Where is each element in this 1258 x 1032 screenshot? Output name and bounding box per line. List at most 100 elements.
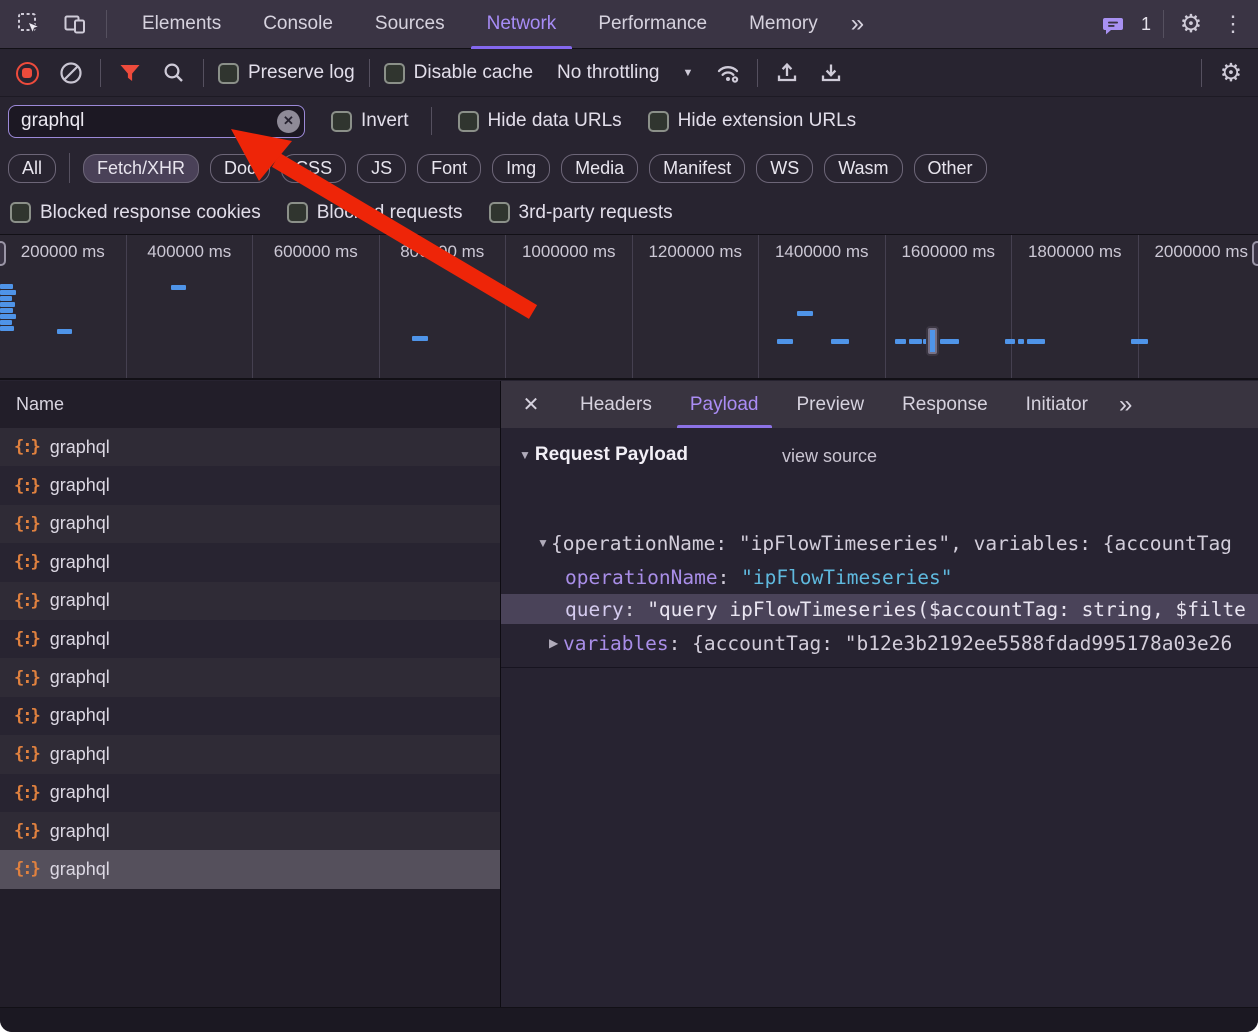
tab-network[interactable]: Network <box>466 0 578 49</box>
record-network-log-icon[interactable] <box>12 58 42 88</box>
import-har-icon[interactable] <box>772 58 802 88</box>
filter-input[interactable] <box>8 105 305 138</box>
blocked-requests-checkbox[interactable] <box>287 202 308 223</box>
chip-all[interactable]: All <box>8 154 56 183</box>
disable-cache-checkbox[interactable] <box>384 63 405 84</box>
close-details-icon[interactable]: ✕ <box>501 392 561 417</box>
waterfall-bar[interactable] <box>0 326 14 331</box>
tree-expanded-icon[interactable]: ▼ <box>537 536 551 550</box>
throttling-dropdown[interactable]: No throttling ▼ <box>557 62 693 84</box>
kebab-menu-icon[interactable]: ⋮ <box>1218 9 1248 39</box>
request-row[interactable]: {:}graphql <box>0 466 500 504</box>
hide-data-urls-checkbox[interactable] <box>458 111 479 132</box>
payload-preview-line[interactable]: ▼ {operationName: "ipFlowTimeseries", va… <box>501 528 1258 558</box>
toggle-device-toolbar-icon[interactable] <box>60 9 90 39</box>
waterfall-bar[interactable] <box>0 308 13 313</box>
json-file-icon: {:} <box>14 629 39 649</box>
more-detail-tabs-icon[interactable]: » <box>1107 391 1144 419</box>
chip-js[interactable]: JS <box>357 154 406 183</box>
waterfall-bar[interactable] <box>1005 339 1015 344</box>
payload-entry-operationName[interactable]: operationName: "ipFlowTimeseries" <box>501 562 1258 592</box>
divider <box>106 10 107 38</box>
waterfall-bar[interactable] <box>0 320 12 325</box>
waterfall-bar[interactable] <box>1027 339 1045 344</box>
hide-extension-urls-checkbox[interactable] <box>648 111 669 132</box>
request-row[interactable]: {:}graphql <box>0 735 500 773</box>
waterfall-bar[interactable] <box>57 329 72 334</box>
waterfall-bar[interactable] <box>0 302 15 307</box>
tab-payload[interactable]: Payload <box>671 381 778 428</box>
overview-grip-right[interactable] <box>1252 241 1258 266</box>
blocked-response-cookies-checkbox[interactable] <box>10 202 31 223</box>
tab-preview[interactable]: Preview <box>778 381 884 428</box>
inspect-element-icon[interactable] <box>14 9 44 39</box>
collapse-section-icon[interactable]: ▼ <box>519 448 531 462</box>
preserve-log-checkbox[interactable] <box>218 63 239 84</box>
waterfall-bar[interactable] <box>412 336 428 341</box>
chip-ws[interactable]: WS <box>756 154 813 183</box>
waterfall-bar[interactable] <box>895 339 906 344</box>
chip-other[interactable]: Other <box>914 154 987 183</box>
network-conditions-icon[interactable] <box>713 58 743 88</box>
network-toolbar: Preserve log Disable cache No throttling… <box>0 50 1258 97</box>
tab-performance[interactable]: Performance <box>577 0 728 49</box>
more-tabs-icon[interactable]: » <box>839 10 876 38</box>
chip-wasm[interactable]: Wasm <box>824 154 902 183</box>
filter-funnel-icon[interactable] <box>115 58 145 88</box>
chip-doc[interactable]: Doc <box>210 154 270 183</box>
payload-entry-query[interactable]: query: "query ipFlowTimeseries($accountT… <box>501 594 1258 624</box>
tab-initiator[interactable]: Initiator <box>1007 381 1107 428</box>
settings-gear-icon[interactable]: ⚙ <box>1176 9 1206 39</box>
waterfall-bar[interactable] <box>909 339 922 344</box>
request-row[interactable]: {:}graphql <box>0 774 500 812</box>
request-row[interactable]: {:}graphql <box>0 850 500 888</box>
tree-collapsed-icon[interactable]: ▶ <box>549 636 563 650</box>
waterfall-bar[interactable] <box>0 314 16 319</box>
clear-filter-icon[interactable]: ✕ <box>277 110 300 133</box>
waterfall-bar[interactable] <box>0 284 13 289</box>
network-overview-timeline[interactable]: 200000 ms 400000 ms 600000 ms 800000 ms … <box>0 234 1258 380</box>
request-row[interactable]: {:}graphql <box>0 812 500 850</box>
tab-sources[interactable]: Sources <box>354 0 466 49</box>
waterfall-bar[interactable] <box>0 296 12 301</box>
request-details-pane: ✕ Headers Payload Preview Response Initi… <box>501 381 1258 1007</box>
request-row[interactable]: {:}graphql <box>0 582 500 620</box>
waterfall-bar[interactable] <box>171 285 186 290</box>
tab-console[interactable]: Console <box>242 0 354 49</box>
name-column-header[interactable]: Name <box>0 381 500 428</box>
chip-manifest[interactable]: Manifest <box>649 154 745 183</box>
waterfall-bar[interactable] <box>831 339 849 344</box>
chip-css[interactable]: CSS <box>281 154 346 183</box>
request-row[interactable]: {:}graphql <box>0 658 500 696</box>
waterfall-bar[interactable] <box>777 339 793 344</box>
waterfall-bar[interactable] <box>797 311 813 316</box>
request-row[interactable]: {:}graphql <box>0 505 500 543</box>
payload-entry-variables[interactable]: ▶ variables: {accountTag: "b12e3b2192ee5… <box>501 628 1258 658</box>
request-row[interactable]: {:}graphql <box>0 543 500 581</box>
tab-memory[interactable]: Memory <box>728 0 839 49</box>
search-icon[interactable] <box>159 58 189 88</box>
third-party-requests-checkbox[interactable] <box>489 202 510 223</box>
request-row[interactable]: {:}graphql <box>0 428 500 466</box>
chip-img[interactable]: Img <box>492 154 550 183</box>
tab-response[interactable]: Response <box>883 381 1007 428</box>
export-har-icon[interactable] <box>816 58 846 88</box>
waterfall-bar[interactable] <box>1018 339 1024 344</box>
request-row[interactable]: {:}graphql <box>0 697 500 735</box>
tab-headers[interactable]: Headers <box>561 381 671 428</box>
clear-network-log-icon[interactable] <box>56 58 86 88</box>
chip-media[interactable]: Media <box>561 154 638 183</box>
chip-fetch-xhr[interactable]: Fetch/XHR <box>83 154 199 183</box>
overview-grip-left[interactable] <box>0 241 6 266</box>
waterfall-bar[interactable] <box>1131 339 1148 344</box>
request-row[interactable]: {:}graphql <box>0 620 500 658</box>
waterfall-bar[interactable] <box>0 290 16 295</box>
tab-elements[interactable]: Elements <box>121 0 242 49</box>
issues-message-icon[interactable] <box>1099 9 1129 39</box>
waterfall-bar[interactable] <box>928 328 937 354</box>
invert-checkbox[interactable] <box>331 111 352 132</box>
waterfall-bar[interactable] <box>940 339 959 344</box>
view-source-link[interactable]: view source <box>782 446 877 467</box>
network-settings-gear-icon[interactable]: ⚙ <box>1216 58 1246 88</box>
chip-font[interactable]: Font <box>417 154 481 183</box>
